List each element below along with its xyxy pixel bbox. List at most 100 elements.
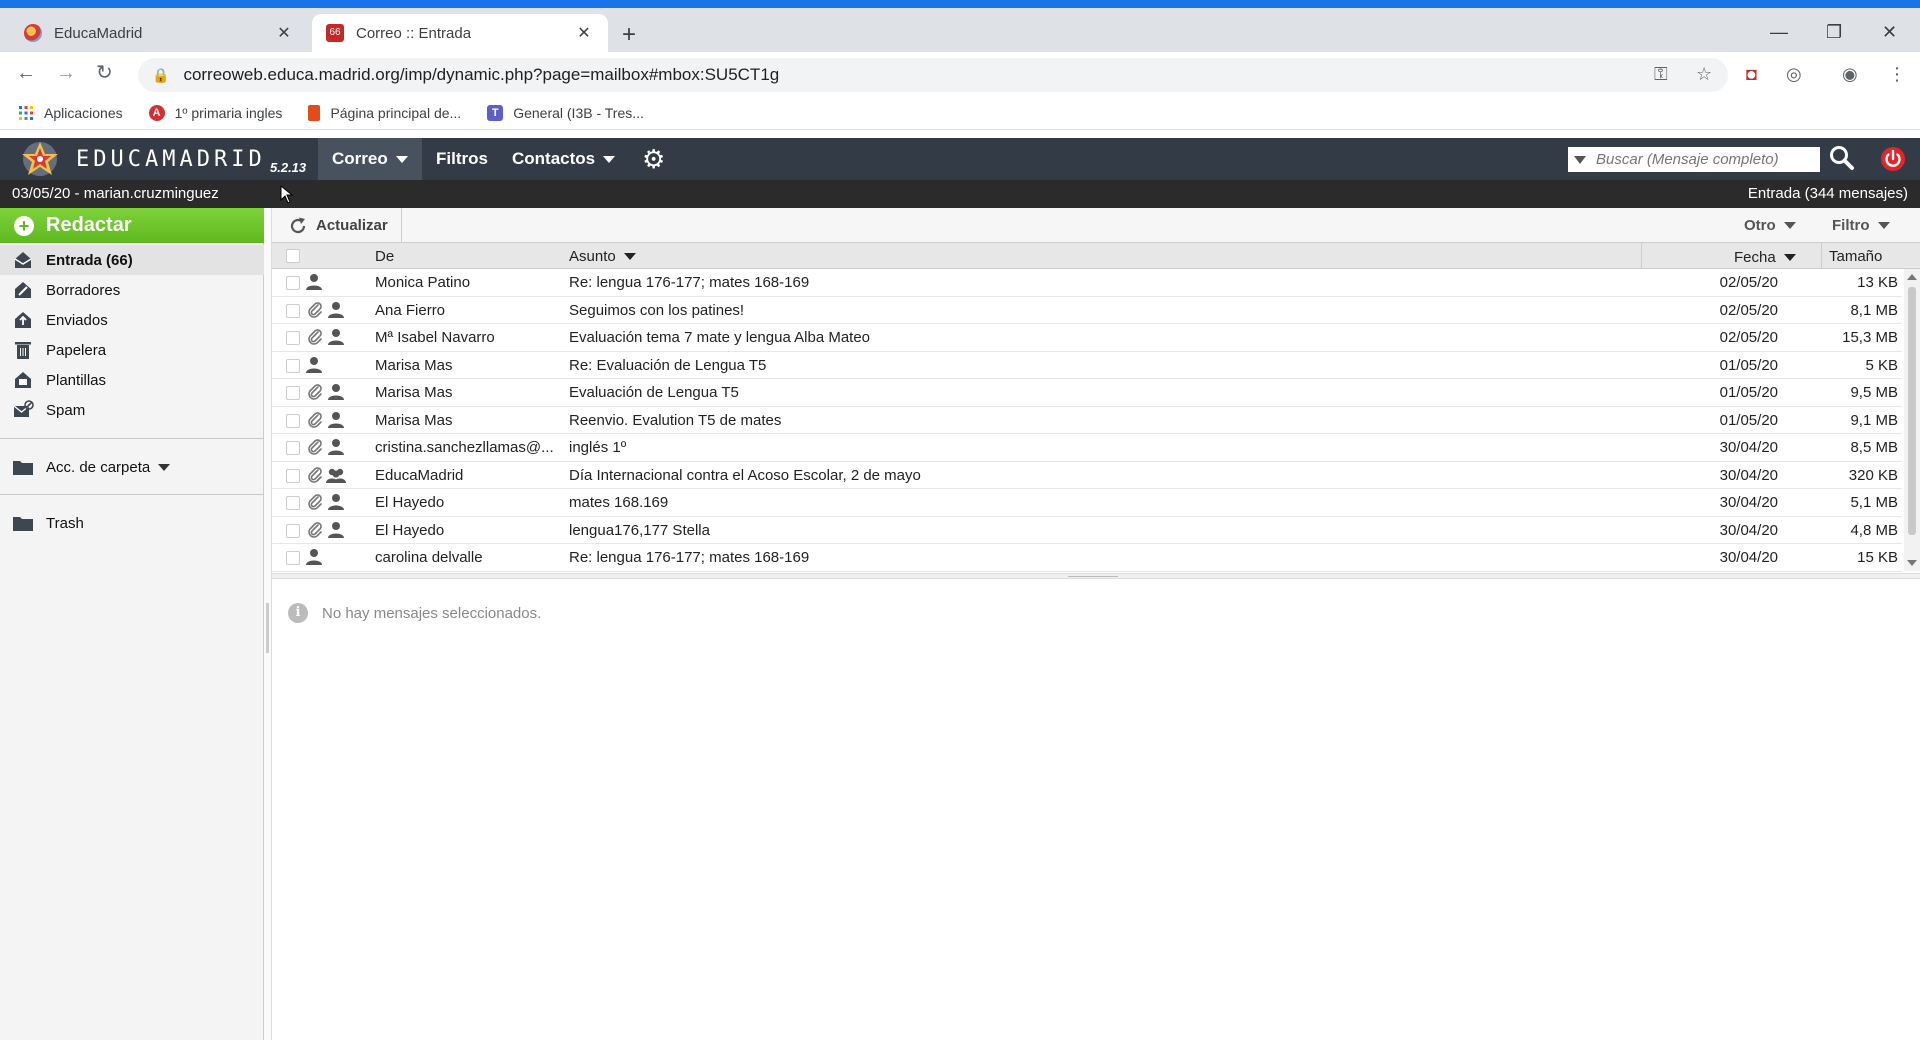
educamadrid-favicon-icon bbox=[24, 24, 42, 42]
sidebar-resize-handle[interactable] bbox=[264, 208, 272, 1040]
address-bar[interactable]: 🔒 correoweb.educa.madrid.org/imp/dynamic… bbox=[138, 58, 1728, 92]
tab-educamadrid[interactable]: EducaMadrid ✕ bbox=[10, 14, 308, 52]
message-row[interactable]: Ana Fierro Seguimos con los patines! 02/05… bbox=[272, 297, 1902, 324]
sent-icon bbox=[15, 312, 31, 328]
message-checkbox[interactable] bbox=[286, 386, 300, 400]
message-subject: Re: lengua 176-177; mates 168-169 bbox=[569, 274, 810, 291]
search-box[interactable] bbox=[1568, 147, 1820, 172]
folder-borradores[interactable]: Borradores bbox=[0, 275, 264, 305]
folder-trash[interactable]: Trash bbox=[0, 508, 264, 538]
chevron-down-icon bbox=[1877, 222, 1890, 229]
message-checkbox[interactable] bbox=[286, 413, 300, 428]
message-row[interactable]: cristina.sanchezllamas@... inglés 1º 30/04… bbox=[272, 434, 1902, 462]
app-version: 5.2.13 bbox=[270, 160, 307, 175]
extension-shield-icon[interactable]: ◘ bbox=[1746, 64, 1757, 85]
profile-icon[interactable]: ◉ bbox=[1842, 64, 1858, 85]
message-size: 5,1 MB bbox=[1850, 494, 1898, 511]
column-date[interactable]: Fecha bbox=[1734, 249, 1796, 266]
minimize-icon[interactable]: — bbox=[1770, 22, 1788, 43]
tab-close-icon[interactable]: ✕ bbox=[274, 23, 294, 43]
compose-button[interactable]: + Redactar bbox=[0, 208, 264, 243]
person-icon bbox=[326, 328, 346, 346]
tab-title: EducaMadrid bbox=[54, 24, 143, 42]
message-size: 8,5 MB bbox=[1850, 439, 1898, 456]
message-row[interactable]: El Hayedo lengua176,177 Stella 30/04/20 4,8… bbox=[272, 517, 1902, 544]
key-icon[interactable]: ⚿ bbox=[1654, 64, 1668, 85]
window-close-icon[interactable]: ✕ bbox=[1882, 22, 1897, 43]
scroll-down-icon[interactable] bbox=[1907, 560, 1917, 566]
reload-icon[interactable]: ↻ bbox=[96, 62, 113, 84]
message-checkbox[interactable] bbox=[286, 523, 300, 538]
refresh-button[interactable]: Actualizar bbox=[272, 208, 402, 243]
sort-down-icon bbox=[623, 253, 636, 260]
folder-label: Plantillas bbox=[46, 371, 107, 389]
bookmark-general-teams[interactable]: T General (I3B - Tres... bbox=[487, 104, 644, 121]
message-row[interactable]: Monica Patino Re: lengua 176-177; mates 1… bbox=[272, 269, 1902, 297]
restore-icon[interactable]: ❐ bbox=[1826, 22, 1842, 43]
message-checkbox[interactable] bbox=[286, 303, 300, 318]
bookmark-star-icon[interactable]: ☆ bbox=[1696, 64, 1712, 85]
message-subject: Re: lengua 176-177; mates 168-169 bbox=[569, 549, 810, 566]
folder-entrada[interactable]: Entrada (66) bbox=[0, 245, 264, 275]
search-input[interactable] bbox=[1596, 151, 1816, 168]
menu-label: Contactos bbox=[512, 149, 596, 168]
folder-papelera[interactable]: Papelera bbox=[0, 335, 264, 365]
tab-close-icon[interactable]: ✕ bbox=[574, 23, 594, 43]
mailbox-pane: Actualizar Otro Filtro De Asunto Fecha T… bbox=[272, 208, 1920, 1040]
column-size[interactable]: Tamaño bbox=[1829, 248, 1882, 265]
message-checkbox[interactable] bbox=[286, 358, 300, 373]
logout-power-icon[interactable] bbox=[1880, 146, 1906, 172]
menu-label: Correo bbox=[332, 149, 388, 168]
menu-filtros[interactable]: Filtros bbox=[422, 138, 502, 180]
scrollbar-thumb[interactable] bbox=[1908, 287, 1916, 535]
message-row[interactable]: El Hayedo mates 168.169 30/04/20 5,1 MB bbox=[272, 489, 1902, 517]
folder-plantillas[interactable]: Plantillas bbox=[0, 365, 264, 395]
message-checkbox[interactable] bbox=[286, 551, 300, 565]
message-checkbox[interactable] bbox=[286, 331, 300, 345]
message-checkbox[interactable] bbox=[286, 276, 300, 290]
mailbox-toolbar: Actualizar Otro Filtro bbox=[272, 208, 1920, 243]
menu-contactos[interactable]: Contactos bbox=[498, 138, 629, 180]
bookmark-label: Aplicaciones bbox=[44, 104, 123, 121]
message-list-scrollbar[interactable] bbox=[1904, 269, 1920, 571]
column-divider bbox=[1641, 243, 1642, 269]
column-label: De bbox=[375, 248, 395, 265]
column-from[interactable]: De bbox=[375, 248, 394, 265]
extension-globe-icon[interactable]: ◎ bbox=[1786, 64, 1802, 85]
filter-label: Filtro bbox=[1832, 217, 1870, 234]
folder-spam[interactable]: Spam bbox=[0, 395, 264, 425]
select-all-checkbox[interactable] bbox=[286, 249, 300, 263]
apps-grid-icon bbox=[19, 105, 33, 120]
message-checkbox[interactable] bbox=[286, 468, 300, 483]
message-row[interactable]: carolina delvalle Re: lengua 176-177; mat… bbox=[272, 544, 1902, 572]
search-options-icon[interactable] bbox=[1574, 155, 1586, 164]
message-row[interactable]: Marisa Mas Evaluación de Lengua T5 01/05/2… bbox=[272, 379, 1902, 407]
column-subject[interactable]: Asunto bbox=[569, 248, 636, 265]
new-tab-icon[interactable]: + bbox=[622, 23, 636, 47]
scroll-up-icon[interactable] bbox=[1907, 274, 1917, 280]
search-icon[interactable] bbox=[1828, 144, 1856, 172]
message-checkbox[interactable] bbox=[286, 441, 300, 455]
message-checkbox[interactable] bbox=[286, 496, 300, 510]
sidebar-divider bbox=[0, 438, 264, 439]
browser-menu-icon[interactable]: ⋮ bbox=[1888, 64, 1906, 85]
educamadrid-logo[interactable]: EDUCAMADRID bbox=[10, 140, 266, 178]
filter-menu[interactable]: Filtro bbox=[1832, 217, 1890, 234]
back-icon[interactable]: ← bbox=[16, 62, 36, 84]
tab-correo-entrada[interactable]: 66 Correo :: Entrada ✕ bbox=[312, 14, 608, 52]
message-row[interactable]: Mª Isabel Navarro Evaluación tema 7 mate … bbox=[272, 324, 1902, 352]
message-row[interactable]: EducaMadrid Día Internacional contra el A… bbox=[272, 462, 1902, 489]
bookmark-primaria-ingles[interactable]: A 1º primaria ingles bbox=[148, 104, 282, 121]
other-menu[interactable]: Otro bbox=[1744, 217, 1796, 234]
message-row[interactable]: Marisa Mas Re: Evaluación de Lengua T5 01/… bbox=[272, 352, 1902, 379]
folder-enviados[interactable]: Enviados bbox=[0, 305, 264, 335]
folder-actions-menu[interactable]: Acc. de carpeta bbox=[0, 452, 264, 482]
bookmark-pagina-principal[interactable]: Página principal de... bbox=[308, 104, 461, 121]
menu-correo[interactable]: Correo bbox=[318, 138, 422, 180]
message-row[interactable]: Marisa Mas Reenvio. Evalution T5 de mates… bbox=[272, 407, 1902, 434]
bookmark-aplicaciones[interactable]: Aplicaciones bbox=[18, 105, 123, 121]
forward-icon[interactable]: → bbox=[56, 62, 76, 84]
gear-icon[interactable]: ⚙ bbox=[642, 146, 665, 172]
preview-resize-handle[interactable] bbox=[272, 573, 1920, 579]
message-date: 30/04/20 bbox=[1719, 521, 1778, 539]
